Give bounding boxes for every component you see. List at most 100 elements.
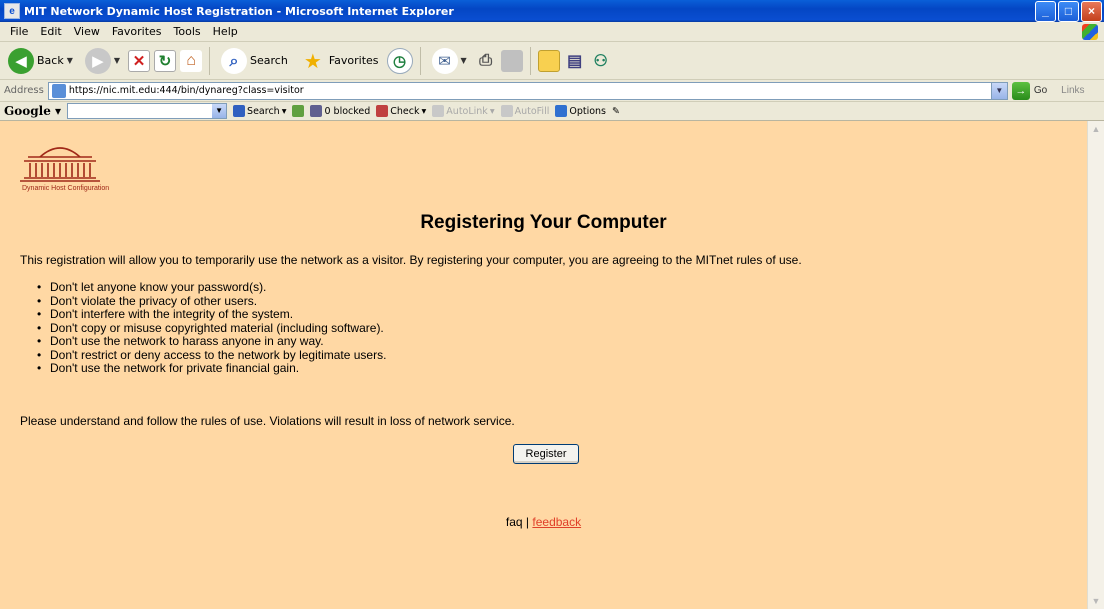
history-icon[interactable]: ◷ [386,47,413,74]
address-input[interactable]: https://nic.mit.edu:444/bin/dynareg?clas… [47,81,1008,100]
search-label: Search [250,54,288,67]
page-content: Dynamic Host Configuration Registering Y… [0,121,1087,609]
bullet-icon: • [37,307,42,321]
autofill-label: AutoFill [514,105,550,117]
spellcheck-button[interactable]: Check ▾ [376,105,426,117]
favorites-button[interactable]: ★ Favorites [296,46,383,76]
toolbar-separator [419,46,421,75]
menu-help[interactable]: Help [207,25,244,38]
autofill-icon [500,105,513,117]
google-search-input[interactable]: ▼ [67,103,228,119]
address-label: Address [4,85,44,96]
autolink-icon [432,105,445,117]
google-toolbar: Google ▾ ▼ Search ▾ 0 blocked Check ▾ Au… [0,102,1104,121]
links-button[interactable]: Links [1061,85,1084,96]
search-icon: ⌕ [221,47,248,74]
options-label: Options [569,105,606,117]
autofill-button[interactable]: AutoFill [500,105,550,117]
back-dropdown-icon[interactable]: ▼ [67,56,73,65]
address-dropdown-icon[interactable]: ▼ [990,82,1007,99]
rule-text: Don't violate the privacy of other users… [50,293,258,308]
ie-icon: e [4,3,20,19]
vertical-scrollbar[interactable]: ▲ ▼ [1087,121,1104,609]
bullet-icon: • [37,293,42,308]
home-icon[interactable]: ⌂ [180,49,203,72]
bullet-icon: • [37,280,42,294]
mail-dropdown-icon[interactable]: ▼ [461,56,467,65]
rule-text: Don't copy or misuse copyrighted materia… [50,320,384,335]
forward-dropdown-icon[interactable]: ▼ [114,56,120,65]
list-item: • Don't interfere with the integrity of t… [37,307,386,322]
footer-separator: | [522,515,533,529]
close-button[interactable]: × [1081,0,1102,22]
bullet-icon: • [37,347,42,362]
google-logo-text: Google [4,104,51,118]
forward-arrow-icon: ▶ [84,47,111,74]
google-logo[interactable]: Google ▾ [4,104,61,118]
rules-list: • Don't let anyone know your password(s).… [37,280,386,376]
address-bar: Address https://nic.mit.edu:444/bin/dyna… [0,80,1104,102]
stop-icon[interactable]: ✕ [128,49,151,72]
menu-view[interactable]: View [68,25,106,38]
back-button[interactable]: ◀ Back ▼ [4,46,77,76]
forward-button[interactable]: ▶ ▼ [81,46,124,76]
menu-favorites[interactable]: Favorites [106,25,168,38]
google-search-button[interactable]: Search ▾ [233,105,286,117]
star-icon: ★ [303,48,322,73]
feedback-link[interactable]: feedback [532,515,581,529]
google-search-icon [233,105,246,117]
highlight-pen-icon[interactable]: ✎ [612,106,620,117]
mail-button[interactable]: ✉ ▼ [428,46,471,76]
spellcheck-icon [376,105,389,117]
bullet-icon: • [37,320,42,335]
scroll-down-icon[interactable]: ▼ [1088,593,1104,609]
rule-text: Don't let anyone know your password(s). [50,280,267,294]
list-item: • Don't copy or misuse copyrighted materi… [37,320,386,336]
scroll-up-icon[interactable]: ▲ [1088,121,1104,137]
google-search-dropdown-icon[interactable]: ▼ [212,104,227,118]
menu-file[interactable]: File [4,25,34,38]
autolink-button[interactable]: AutoLink ▾ [432,105,495,117]
footer-links: faq | feedback [0,515,1087,529]
google-search-label: Search [247,105,280,117]
autolink-label: AutoLink [446,105,488,117]
logo-caption: Dynamic Host Configuration [22,185,110,192]
menu-edit[interactable]: Edit [34,25,67,38]
menu-tools[interactable]: Tools [168,25,207,38]
print-icon[interactable]: ⎙ [475,50,497,72]
faq-link[interactable]: faq [506,515,523,529]
rule-text: Don't use the network to harass anyone i… [50,334,324,348]
maximize-button[interactable]: □ [1058,0,1079,22]
go-label: Go [1033,85,1048,96]
options-icon [555,105,568,117]
back-arrow-icon: ◀ [8,47,34,74]
go-button[interactable]: → Go [1011,81,1048,100]
pagerank-bar-icon [292,105,305,117]
register-button[interactable]: Register [513,444,579,464]
edit-icon[interactable] [500,49,523,72]
search-button[interactable]: ⌕ Search [217,46,292,76]
list-item: • Don't let anyone know your password(s). [37,280,386,295]
rule-text: Don't interfere with the integrity of th… [50,307,294,321]
research-icon[interactable]: ▤ [564,50,586,72]
folder-icon[interactable] [537,49,560,72]
pagerank-icon[interactable] [292,105,305,117]
page-title: Registering Your Computer [420,212,667,233]
options-button[interactable]: Options [555,105,606,117]
rule-text: Don't use the network for private financ… [50,361,300,375]
messenger-icon[interactable]: ⚇ [590,50,612,72]
refresh-icon[interactable]: ↻ [154,49,177,72]
address-url[interactable]: https://nic.mit.edu:444/bin/dynareg?clas… [69,85,991,96]
window-title-bar[interactable]: e MIT Network Dynamic Host Registration … [0,0,1104,22]
list-item: • Don't violate the privacy of other user… [37,293,386,309]
bullet-icon: • [37,334,42,348]
toolbar-separator [529,46,531,75]
popup-blocker-button[interactable]: 0 blocked [310,105,370,117]
list-item: • Don't use the network for private finan… [37,361,386,376]
toolbar-separator [209,46,211,75]
bullet-icon: • [37,361,42,375]
blocked-label: 0 blocked [324,105,371,117]
minimize-button[interactable]: _ [1035,0,1056,22]
check-label: Check [390,105,420,117]
popup-blocker-icon [310,105,323,117]
